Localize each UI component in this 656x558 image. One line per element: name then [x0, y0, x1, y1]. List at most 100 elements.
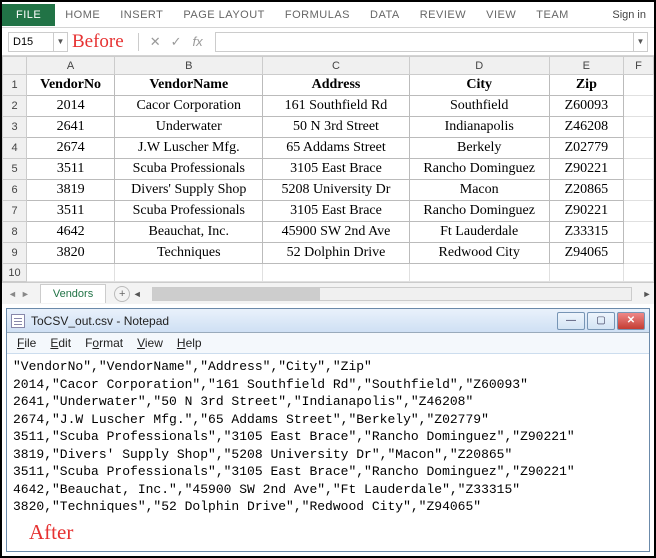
maximize-button[interactable]: ▢	[587, 312, 615, 330]
ribbon-tab-home[interactable]: HOME	[55, 4, 110, 26]
cell[interactable]: Beauchat, Inc.	[115, 222, 263, 243]
cell[interactable]: Berkely	[409, 138, 549, 159]
scrollbar-thumb[interactable]	[153, 288, 320, 300]
cell[interactable]: Redwood City	[409, 243, 549, 264]
cell[interactable]: 2641	[27, 117, 115, 138]
cell[interactable]: 3819	[27, 180, 115, 201]
sign-in-link[interactable]: Sign in	[604, 4, 654, 26]
row-header[interactable]: 1	[3, 75, 27, 96]
ribbon-tab-formulas[interactable]: FORMULAS	[275, 4, 360, 26]
cell[interactable]: Z02779	[549, 138, 623, 159]
cell[interactable]: VendorName	[115, 75, 263, 96]
cell[interactable]: Scuba Professionals	[115, 159, 263, 180]
ribbon-tab-insert[interactable]: INSERT	[110, 4, 173, 26]
ribbon-tab-data[interactable]: DATA	[360, 4, 410, 26]
cell[interactable]	[27, 264, 115, 282]
cell[interactable]: 3511	[27, 159, 115, 180]
menu-edit[interactable]: Edit	[44, 335, 77, 351]
col-header-F[interactable]: F	[623, 57, 653, 75]
cell[interactable]: Z94065	[549, 243, 623, 264]
cell[interactable]: VendorNo	[27, 75, 115, 96]
cell[interactable]	[623, 243, 653, 264]
col-header-C[interactable]: C	[263, 57, 409, 75]
ribbon-tab-view[interactable]: VIEW	[476, 4, 526, 26]
cell[interactable]: 2014	[27, 96, 115, 117]
cell[interactable]: 45900 SW 2nd Ave	[263, 222, 409, 243]
cell[interactable]: 2674	[27, 138, 115, 159]
cell[interactable]: Zip	[549, 75, 623, 96]
row-header[interactable]: 10	[3, 264, 27, 282]
cell[interactable]	[623, 138, 653, 159]
col-header-D[interactable]: D	[409, 57, 549, 75]
col-header-B[interactable]: B	[115, 57, 263, 75]
row-header[interactable]: 2	[3, 96, 27, 117]
select-all-corner[interactable]	[3, 57, 27, 75]
cell[interactable]	[623, 159, 653, 180]
cell[interactable]: Divers' Supply Shop	[115, 180, 263, 201]
cell[interactable]	[623, 264, 653, 282]
notepad-text-area[interactable]: "VendorNo","VendorName","Address","City"…	[7, 354, 649, 518]
cell[interactable]: Scuba Professionals	[115, 201, 263, 222]
formula-bar-expand-icon[interactable]: ▼	[634, 32, 648, 52]
cell[interactable]: Southfield	[409, 96, 549, 117]
cell[interactable]: 3820	[27, 243, 115, 264]
menu-help[interactable]: Help	[171, 335, 208, 351]
cell[interactable]	[549, 264, 623, 282]
cell[interactable]: 65 Addams Street	[263, 138, 409, 159]
row-header[interactable]: 3	[3, 117, 27, 138]
nav-next-icon[interactable]: ►	[21, 289, 30, 299]
cell[interactable]: 52 Dolphin Drive	[263, 243, 409, 264]
cell[interactable]	[623, 180, 653, 201]
cell[interactable]: J.W Luscher Mfg.	[115, 138, 263, 159]
cell[interactable]: 5208 University Dr	[263, 180, 409, 201]
cell[interactable]: Z60093	[549, 96, 623, 117]
menu-view[interactable]: View	[131, 335, 169, 351]
cell[interactable]: Z46208	[549, 117, 623, 138]
cell[interactable]: Z33315	[549, 222, 623, 243]
fx-icon[interactable]: fx	[193, 34, 203, 49]
cell[interactable]: Z20865	[549, 180, 623, 201]
row-header[interactable]: 4	[3, 138, 27, 159]
scroll-left-icon[interactable]: ◄	[130, 289, 144, 299]
cell[interactable]: 161 Southfield Rd	[263, 96, 409, 117]
row-header[interactable]: 6	[3, 180, 27, 201]
cell[interactable]: Techniques	[115, 243, 263, 264]
cell[interactable]: City	[409, 75, 549, 96]
cell[interactable]: 4642	[27, 222, 115, 243]
horizontal-scrollbar[interactable]	[152, 287, 632, 301]
name-box-dropdown-icon[interactable]: ▼	[54, 32, 68, 52]
cell[interactable]: Z90221	[549, 201, 623, 222]
cell[interactable]: 3511	[27, 201, 115, 222]
scroll-right-icon[interactable]: ►	[640, 289, 654, 299]
ribbon-tab-team[interactable]: TEAM	[526, 4, 579, 26]
menu-format[interactable]: Format	[79, 335, 129, 351]
row-header[interactable]: 5	[3, 159, 27, 180]
name-box[interactable]	[8, 32, 54, 52]
row-header[interactable]: 8	[3, 222, 27, 243]
add-sheet-button[interactable]: +	[114, 286, 130, 302]
ribbon-tab-file[interactable]: FILE	[2, 4, 55, 26]
cell[interactable]	[623, 222, 653, 243]
cell[interactable]: Rancho Dominguez	[409, 201, 549, 222]
ribbon-tab-review[interactable]: REVIEW	[410, 4, 476, 26]
sheet-tab-vendors[interactable]: Vendors	[40, 284, 106, 303]
minimize-button[interactable]: —	[557, 312, 585, 330]
cell[interactable]: Indianapolis	[409, 117, 549, 138]
ribbon-tab-pagelayout[interactable]: PAGE LAYOUT	[173, 4, 275, 26]
cell[interactable]	[623, 75, 653, 96]
cell[interactable]: Z90221	[549, 159, 623, 180]
cell[interactable]: 50 N 3rd Street	[263, 117, 409, 138]
cell[interactable]	[263, 264, 409, 282]
col-header-A[interactable]: A	[27, 57, 115, 75]
cell[interactable]	[623, 201, 653, 222]
close-button[interactable]: ✕	[617, 312, 645, 330]
cell[interactable]	[409, 264, 549, 282]
sheet-nav[interactable]: ◄►	[2, 289, 36, 299]
cell[interactable]: Rancho Dominguez	[409, 159, 549, 180]
cell[interactable]: Cacor Corporation	[115, 96, 263, 117]
cell[interactable]: 3105 East Brace	[263, 201, 409, 222]
formula-input[interactable]	[215, 32, 634, 52]
enter-formula-icon[interactable]: ✓	[171, 34, 182, 50]
cancel-formula-icon[interactable]: ✕	[150, 34, 161, 50]
row-header[interactable]: 9	[3, 243, 27, 264]
